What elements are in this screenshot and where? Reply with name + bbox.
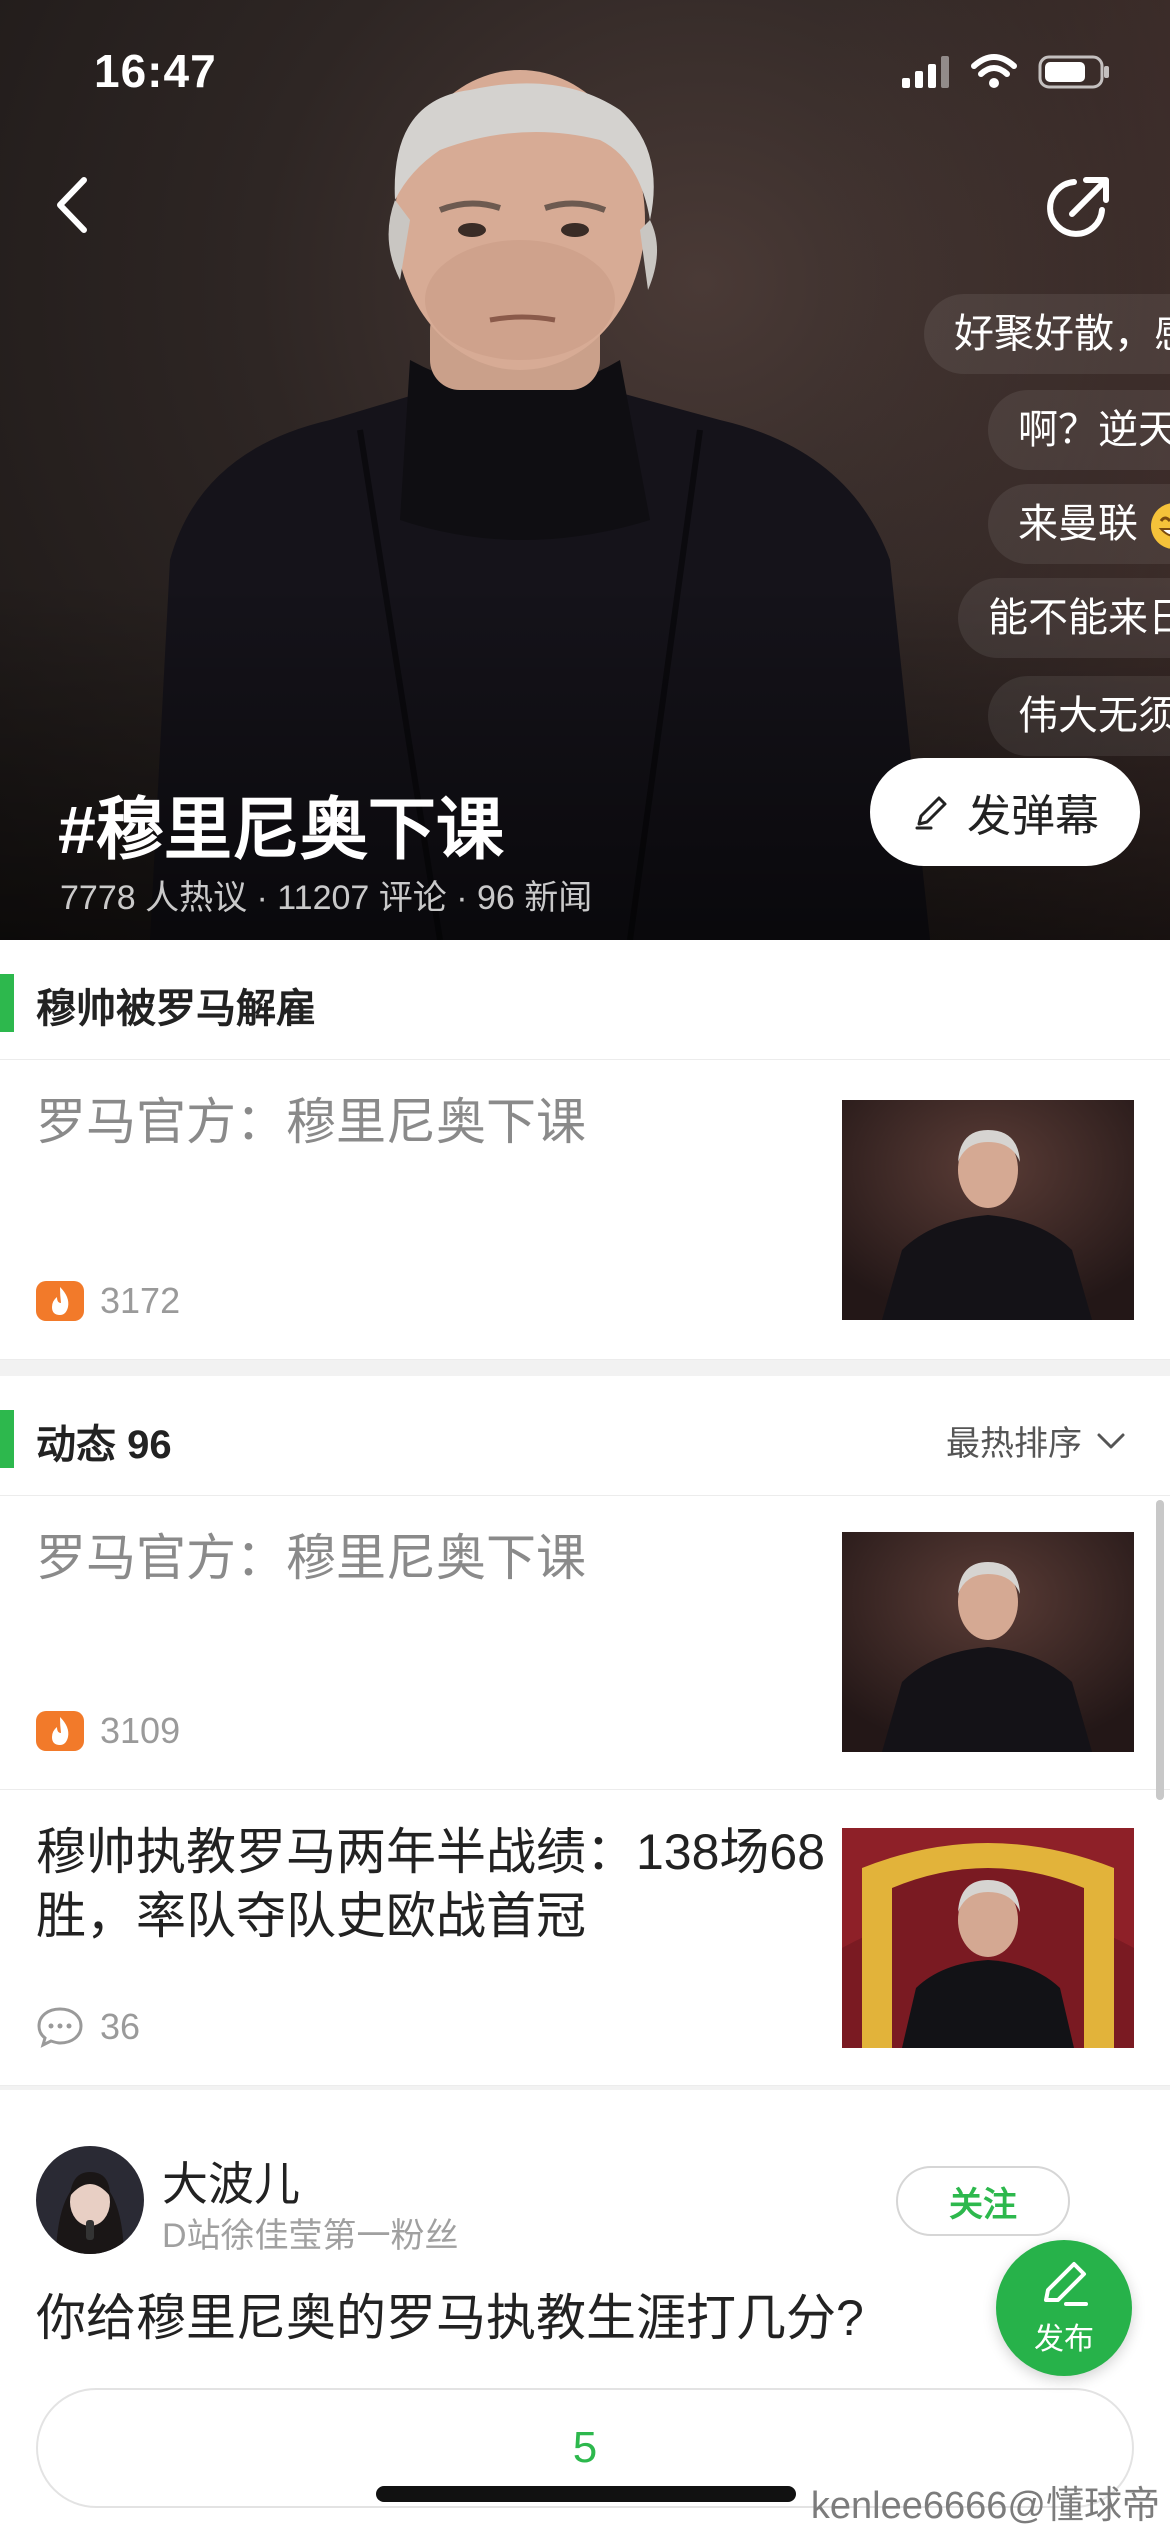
fire-icon [36, 1281, 84, 1321]
section-divider [0, 1360, 1170, 1376]
wifi-icon [971, 54, 1017, 88]
danmaku-text: 来曼联 [1018, 502, 1138, 546]
sort-label: 最热排序 [946, 1425, 1082, 1463]
chevron-down-icon [1097, 1433, 1125, 1448]
news-headline: 罗马官方：穆里尼奥下课 [36, 1094, 586, 1150]
back-arrow-icon[interactable] [44, 170, 104, 240]
section-accent-bar [0, 974, 14, 1032]
news-thumbnail [842, 1828, 1134, 2048]
publish-label: 发布 [1034, 2323, 1094, 2356]
hot-count: 3109 [100, 1710, 181, 1751]
feed-section-title: 动态 96 [36, 1423, 172, 1467]
status-bar: 16:47 [0, 0, 1170, 140]
share-icon[interactable] [1040, 172, 1120, 244]
topic-hero: 16:47 好聚好散，感 啊？逆天 来曼联 能不能来日 伟大无须 #穆里尼奥下课… [0, 0, 1170, 940]
topic-section-header: 穆帅被罗马解雇 [0, 940, 1170, 1060]
pen-icon [1044, 2262, 1088, 2306]
comment-icon [37, 2007, 83, 2048]
sort-dropdown[interactable]: 最热排序 [946, 1416, 1126, 1465]
fire-icon [36, 1711, 84, 1751]
send-danmaku-button[interactable]: 发弹幕 [870, 758, 1140, 866]
status-time: 16:47 [94, 45, 217, 97]
danmaku-bubble: 伟大无须 [988, 676, 1170, 756]
danmaku-bubble: 好聚好散，感 [924, 294, 1170, 374]
comment-count: 36 [100, 2006, 141, 2047]
watermark: kenlee6666@懂球帝 [810, 2485, 1160, 2527]
feed-news-item[interactable]: 罗马官方：穆里尼奥下课 3109 [0, 1496, 1170, 1790]
send-danmaku-label: 发弹幕 [967, 792, 1099, 841]
news-meta: 3172 [36, 1280, 180, 1322]
danmaku-bubble: 啊？逆天 [988, 390, 1170, 470]
avatar[interactable] [36, 2146, 144, 2254]
poll-question: 你给穆里尼奥的罗马执教生涯打几分? [36, 2290, 864, 2346]
grin-emoji-icon [1151, 503, 1170, 550]
news-headline: 罗马官方：穆里尼奥下课 [36, 1530, 586, 1586]
feed-section-header: 动态 96 最热排序 [0, 1376, 1170, 1496]
signal-icon [902, 56, 949, 88]
news-thumbnail [842, 1532, 1134, 1752]
news-meta: 3109 [36, 1710, 180, 1752]
user-post: 大波儿 D站徐佳莹第一粉丝 关注 你给穆里尼奥的罗马执教生涯打几分? 5 [0, 2090, 1170, 2532]
battery-icon [1038, 55, 1109, 89]
hot-count: 3172 [100, 1280, 181, 1321]
danmaku-bubble: 能不能来日 [958, 578, 1170, 658]
pencil-icon [915, 796, 947, 830]
danmaku-bubble: 来曼联 [988, 484, 1170, 564]
topic-stats: 7778 人热议 · 11207 评论 · 96 新闻 [60, 879, 593, 917]
user-name[interactable]: 大波儿 [162, 2148, 300, 2214]
news-meta: 36 [36, 2006, 140, 2048]
news-item[interactable]: 罗马官方：穆里尼奥下课 3172 [0, 1060, 1170, 1360]
follow-button[interactable]: 关注 [896, 2166, 1070, 2236]
topic-title: #穆里尼奥下课 [58, 792, 504, 868]
publish-button[interactable]: 发布 [996, 2240, 1132, 2376]
news-thumbnail [842, 1100, 1134, 1320]
status-icons [902, 54, 1110, 90]
scrollbar[interactable] [1156, 1500, 1164, 1800]
home-indicator [376, 2486, 796, 2502]
section-accent-bar [0, 1410, 14, 1468]
feed-news-item[interactable]: 穆帅执教罗马两年半战绩：138场68胜，率队夺队史欧战首冠 36 [0, 1790, 1170, 2086]
user-subtitle: D站徐佳莹第一粉丝 [162, 2217, 459, 2255]
news-headline: 穆帅执教罗马两年半战绩：138场68胜，率队夺队史欧战首冠 [36, 1824, 826, 1944]
topic-section-title: 穆帅被罗马解雇 [36, 987, 316, 1031]
